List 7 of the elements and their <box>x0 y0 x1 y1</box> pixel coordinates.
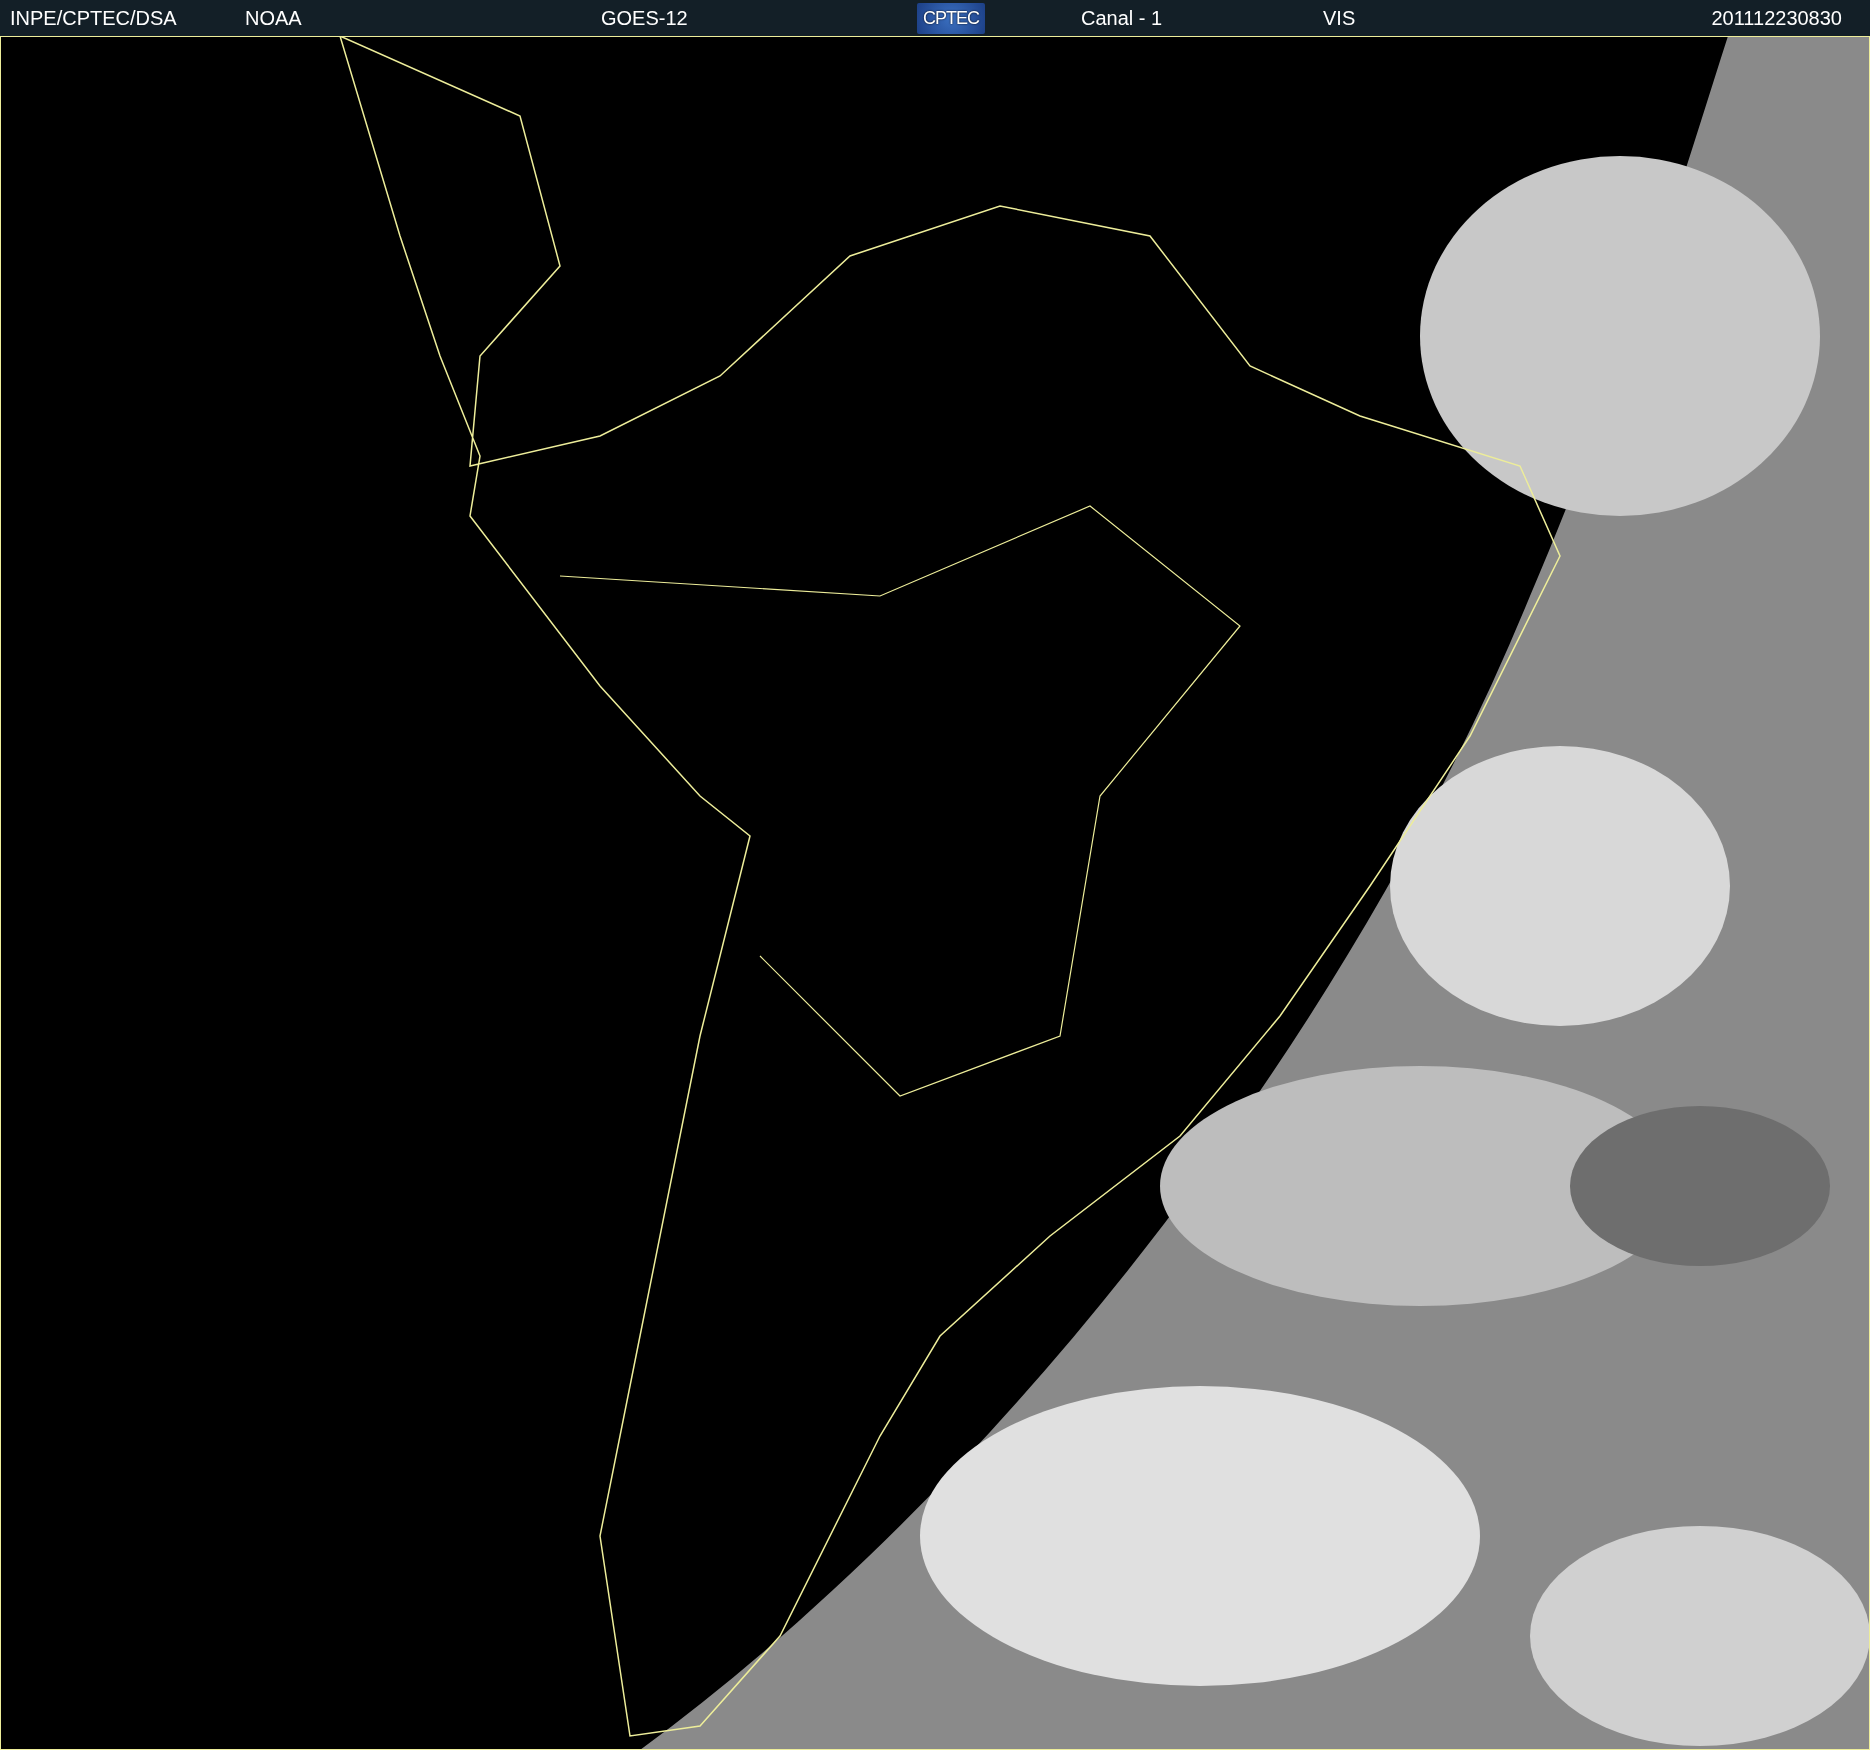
header-label: INPE/CPTEC/DSA <box>10 6 177 30</box>
header-label: 201112230830 <box>1711 6 1842 30</box>
header-label: VIS <box>1323 6 1356 30</box>
header-label: NOAA <box>245 6 302 30</box>
header-label: Canal - 1 <box>1081 6 1163 30</box>
header-label: GOES-12 <box>601 6 688 30</box>
logo: CPTEC <box>917 2 985 34</box>
